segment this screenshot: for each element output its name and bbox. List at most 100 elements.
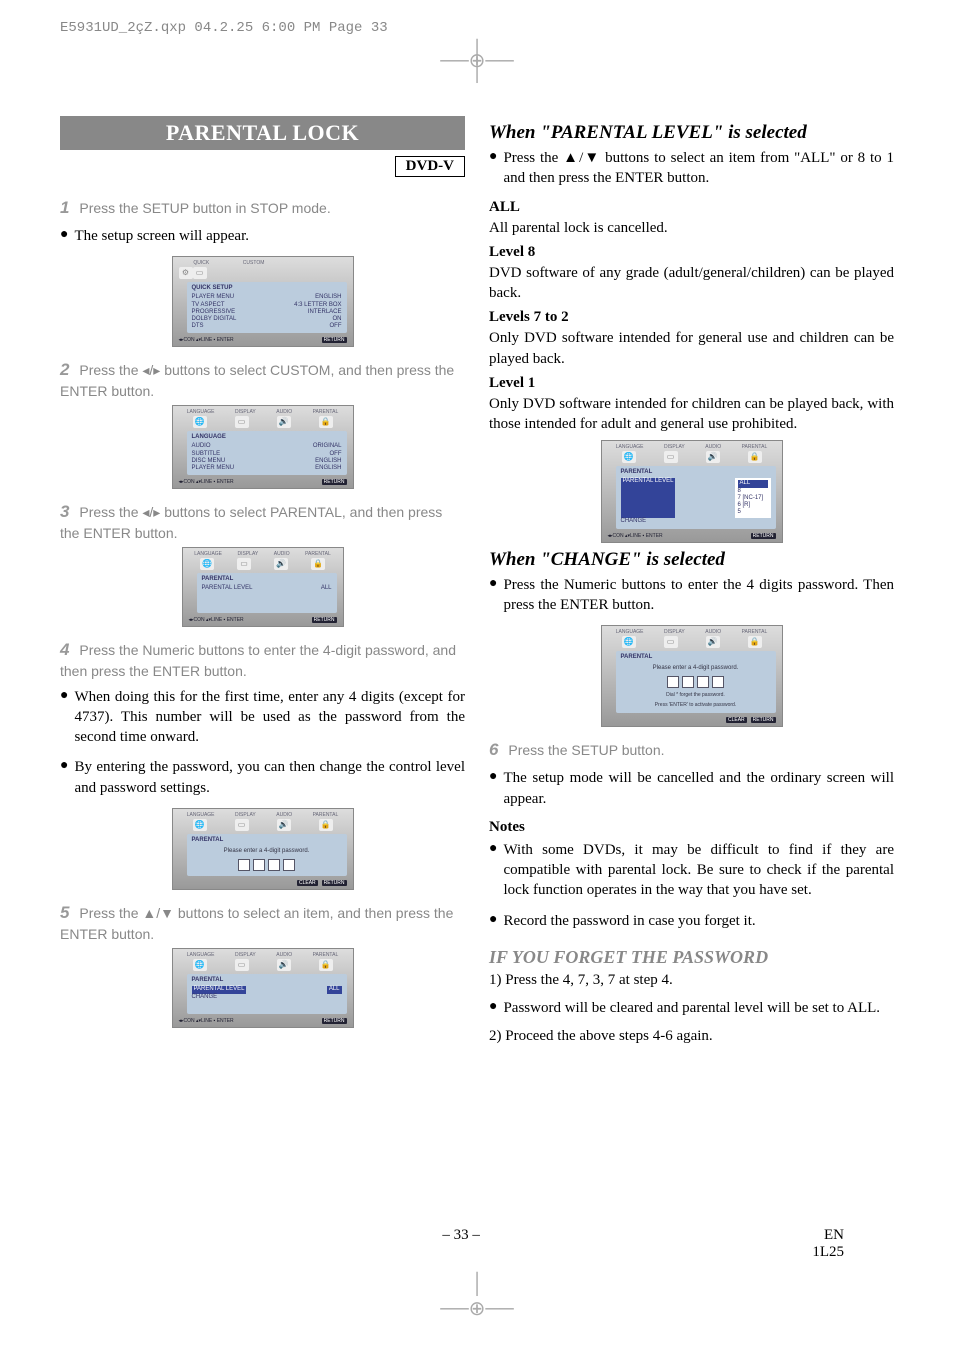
step-4: 4 Press the Numeric buttons to enter the… <box>60 639 465 681</box>
body-text: By entering the password, you can then c… <box>74 757 465 798</box>
display-icon: ▭ <box>235 959 249 971</box>
step-3: 3 Press the ◂/▸ buttons to select PARENT… <box>60 501 465 543</box>
osd-screenshot-change-password: LANGUAGE DISPLAY AUDIO PARENTAL 🌐 ▭ 🔊 🔒 … <box>601 625 783 727</box>
level72-body: Only DVD software intended for general u… <box>489 328 894 369</box>
level1-body: Only DVD software intended for children … <box>489 394 894 435</box>
bullet-icon: ● <box>489 766 497 787</box>
osd-screenshot-quick: QUICK CUSTOM ⚙ ▭ QUICK SETUP PLAYER MENU… <box>172 256 354 347</box>
body-text: The setup screen will appear. <box>74 226 249 246</box>
step4-note2: ● By entering the password, you can then… <box>60 755 465 804</box>
page-lang: EN <box>824 1227 844 1243</box>
level8-body: DVD software of any grade (adult/general… <box>489 263 894 304</box>
step-text: Press the ▲/▼ buttons to select an item,… <box>60 905 453 942</box>
forget-password-head: IF YOU FORGET THE PASSWORD <box>489 947 894 968</box>
level1-head: Level 1 <box>489 375 894 392</box>
body-text: Record the password in case you forget i… <box>503 911 755 931</box>
globe-icon: 🌐 <box>622 636 636 648</box>
step-5: 5 Press the ▲/▼ buttons to select an ite… <box>60 902 465 944</box>
custom-icon: ▭ <box>193 267 207 279</box>
bullet-icon: ● <box>60 685 68 706</box>
bullet-icon: ● <box>60 224 68 245</box>
password-boxes <box>621 676 771 688</box>
bullet-icon: ● <box>489 996 497 1017</box>
osd-screenshot-parental-select: LANGUAGE DISPLAY AUDIO PARENTAL 🌐 ▭ 🔊 🔒 … <box>172 948 354 1028</box>
note-1: ● With some DVDs, it may be difficult to… <box>489 838 894 907</box>
audio-icon: 🔊 <box>274 558 288 570</box>
bullet-icon: ● <box>489 573 497 594</box>
body-text: With some DVDs, it may be difficult to f… <box>503 840 894 901</box>
lock-icon: 🔒 <box>319 416 333 428</box>
osd-screenshot-language: LANGUAGE DISPLAY AUDIO PARENTAL 🌐 ▭ 🔊 🔒 … <box>172 405 354 489</box>
level-all-head: ALL <box>489 199 894 216</box>
bullet-icon: ● <box>489 909 497 930</box>
print-header: E5931UD_2çZ.qxp 04.2.25 6:00 PM Page 33 <box>60 20 894 36</box>
audio-icon: 🔊 <box>706 451 720 463</box>
two-column-layout: PARENTAL LOCK DVD-V 1 Press the SETUP bu… <box>60 116 894 1053</box>
dvd-v-badge: DVD-V <box>395 156 465 177</box>
lock-icon: 🔒 <box>748 636 762 648</box>
page-footer: – 33 – EN 1L25 <box>0 1227 954 1261</box>
section-title: PARENTAL LOCK <box>60 116 465 150</box>
audio-icon: 🔊 <box>706 636 720 648</box>
step-text: Press the SETUP button. <box>508 742 664 758</box>
manual-page: E5931UD_2çZ.qxp 04.2.25 6:00 PM Page 33 … <box>0 0 954 1351</box>
level-all-body: All parental lock is cancelled. <box>489 218 894 238</box>
subhead-change: When "CHANGE" is selected <box>489 549 894 571</box>
body-text: Password will be cleared and parental le… <box>503 998 880 1018</box>
level72-head: Levels 7 to 2 <box>489 309 894 326</box>
osd-screenshot-password: LANGUAGE DISPLAY AUDIO PARENTAL 🌐 ▭ 🔊 🔒 … <box>172 808 354 890</box>
lock-icon: 🔒 <box>319 959 333 971</box>
osd-tab: PARENTAL <box>313 409 339 415</box>
step-number: 3 <box>60 502 69 521</box>
lock-icon: 🔒 <box>748 451 762 463</box>
globe-icon: 🌐 <box>622 451 636 463</box>
display-icon: ▭ <box>237 558 251 570</box>
right-column: When "PARENTAL LEVEL" is selected ● Pres… <box>489 116 894 1053</box>
parental-level-intro: ● Press the ▲/▼ buttons to select an ite… <box>489 146 894 195</box>
forget-step1: 1) Press the 4, 7, 3, 7 at step 4. <box>489 970 894 990</box>
notes-head: Notes <box>489 819 894 836</box>
osd-title: QUICK SETUP <box>192 285 342 292</box>
osd-tab: AUDIO <box>276 409 292 415</box>
display-icon: ▭ <box>664 451 678 463</box>
step-number: 1 <box>60 198 69 217</box>
osd-screenshot-level-list: LANGUAGE DISPLAY AUDIO PARENTAL 🌐 ▭ 🔊 🔒 … <box>601 440 783 542</box>
step-2: 2 Press the ◂/▸ buttons to select CUSTOM… <box>60 359 465 401</box>
bullet-icon: ● <box>60 755 68 776</box>
lock-icon: 🔒 <box>311 558 325 570</box>
level8-head: Level 8 <box>489 244 894 261</box>
display-icon: ▭ <box>235 416 249 428</box>
step6-note: ● The setup mode will be cancelled and t… <box>489 766 894 815</box>
body-text: The setup mode will be cancelled and the… <box>503 768 894 809</box>
page-code: 1L25 <box>812 1244 844 1260</box>
bullet-icon: ● <box>489 146 497 167</box>
display-icon: ▭ <box>235 819 249 831</box>
osd-tab: DISPLAY <box>235 409 256 415</box>
bullet-icon: ● <box>489 838 497 859</box>
globe-icon: 🌐 <box>200 558 214 570</box>
step-6: 6 Press the SETUP button. <box>489 739 894 762</box>
audio-icon: 🔊 <box>277 819 291 831</box>
setup-icon: ⚙ <box>179 267 193 279</box>
change-intro: ● Press the Numeric buttons to enter the… <box>489 573 894 622</box>
body-text: Press the ▲/▼ buttons to select an item … <box>503 148 894 189</box>
step-text: Press the SETUP button in STOP mode. <box>79 200 330 216</box>
globe-icon: 🌐 <box>193 416 207 428</box>
osd-tab: QUICK <box>193 260 209 266</box>
osd-tab: CUSTOM <box>243 260 265 266</box>
osd-title: LANGUAGE <box>192 434 342 441</box>
forget-note: ● Password will be cleared and parental … <box>489 996 894 1024</box>
step-text: Press the ◂/▸ buttons to select PARENTAL… <box>60 504 442 541</box>
level-list: ALL 8 7 [NC-17] 6 [R] 5 <box>735 478 771 518</box>
page-number: – 33 – <box>442 1227 480 1261</box>
forget-step2: 2) Proceed the above steps 4-6 again. <box>489 1026 894 1046</box>
osd-screenshot-parental: LANGUAGE DISPLAY AUDIO PARENTAL 🌐 ▭ 🔊 🔒 … <box>182 547 344 627</box>
step-number: 2 <box>60 360 69 379</box>
register-mark-top: │──⊕──│ <box>60 46 894 76</box>
step-1: 1 Press the SETUP button in STOP mode. <box>60 197 465 220</box>
step-text: Press the ◂/▸ buttons to select CUSTOM, … <box>60 362 454 399</box>
left-column: PARENTAL LOCK DVD-V 1 Press the SETUP bu… <box>60 116 465 1053</box>
step-number: 5 <box>60 903 69 922</box>
body-text: Press the Numeric buttons to enter the 4… <box>503 575 894 616</box>
step4-note1: ● When doing this for the first time, en… <box>60 685 465 754</box>
